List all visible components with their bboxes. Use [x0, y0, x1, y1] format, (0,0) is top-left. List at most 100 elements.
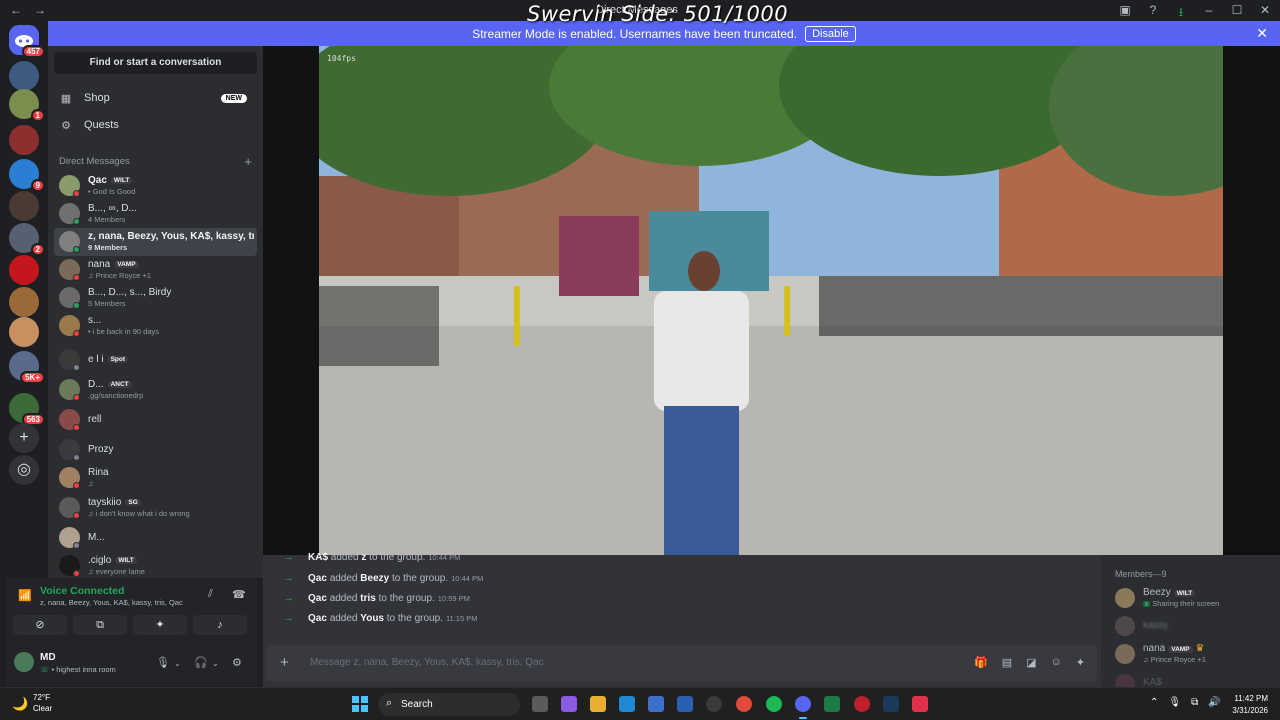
xbox-icon[interactable]: [824, 696, 840, 712]
message-actor[interactable]: Qac: [308, 613, 327, 624]
signal-icon[interactable]: 📶: [18, 589, 32, 602]
user-status-text: highest inna room: [56, 665, 116, 674]
outlook-icon[interactable]: [677, 696, 693, 712]
back-arrow-icon[interactable]: ←: [10, 3, 22, 17]
user-name[interactable]: MD: [40, 652, 56, 663]
message-target[interactable]: Yous: [360, 613, 384, 624]
message-timestamp: 10:44 PM: [451, 574, 484, 583]
server-folder[interactable]: 563: [9, 393, 45, 426]
server-icon[interactable]: [9, 191, 39, 221]
dm-name: M...: [88, 532, 105, 543]
dm-item[interactable]: Prozy: [54, 436, 257, 464]
voice-status-title[interactable]: Voice Connected: [40, 585, 124, 597]
unread-badge: 457: [21, 45, 45, 58]
dm-item[interactable]: Qac WILT • God Is Good: [54, 172, 257, 200]
quests-nav[interactable]: ⚙ Quests: [58, 113, 253, 137]
screen-share-stream[interactable]: 104fps: [319, 46, 1223, 555]
server-icon[interactable]: [9, 125, 39, 155]
avatar[interactable]: [14, 652, 34, 672]
message-actor[interactable]: Qac: [308, 573, 327, 584]
share-screen-button[interactable]: ⧉: [73, 615, 127, 635]
settings-gear-icon[interactable]: ⚙: [232, 656, 242, 669]
member-item[interactable]: nana VAMP ♛ ♫ Prince Royce +1: [1113, 640, 1273, 668]
discord-home-button[interactable]: 457: [9, 25, 45, 58]
server-folder[interactable]: 5K+: [9, 351, 45, 384]
dm-item[interactable]: M...: [54, 524, 257, 552]
message-target[interactable]: z: [361, 552, 366, 563]
add-server-icon[interactable]: +: [9, 423, 39, 453]
dm-item-active[interactable]: z, nana, Beezy, Yous, KA$, kassy, tr... …: [54, 228, 257, 256]
message-actor[interactable]: Qac: [308, 593, 327, 604]
dm-item[interactable]: B..., D..., s..., Birdy 5 Members: [54, 284, 257, 312]
app-icon[interactable]: [706, 696, 722, 712]
message-actor[interactable]: KA$: [308, 552, 328, 563]
message-timestamp: 11:15 PM: [445, 614, 478, 623]
microphone-icon[interactable]: 🎙: [156, 656, 170, 669]
apps-icon[interactable]: ✦: [1076, 656, 1085, 669]
activities-button[interactable]: ✦: [133, 615, 187, 635]
spotify-icon[interactable]: [766, 696, 782, 712]
shop-nav[interactable]: ▦ Shop NEW: [58, 86, 253, 110]
close-banner-icon[interactable]: ✕: [1256, 25, 1268, 42]
chevron-up-icon[interactable]: ⌃: [1150, 697, 1158, 708]
store-icon[interactable]: [648, 696, 664, 712]
dm-item[interactable]: e l i Spot: [54, 346, 257, 374]
taskbar-search[interactable]: ⌕ Search: [378, 693, 520, 716]
server-icon[interactable]: 2: [9, 223, 45, 256]
find-conversation-button[interactable]: Find or start a conversation: [54, 52, 257, 74]
network-icon[interactable]: ⧉: [1191, 697, 1198, 708]
emoji-icon[interactable]: ☺: [1051, 656, 1062, 669]
microphone-icon[interactable]: 🎙: [1168, 697, 1181, 708]
windows-start-icon[interactable]: [352, 696, 368, 712]
taskbar-clock[interactable]: 11:42 PM 3/31/2026: [1228, 693, 1268, 717]
noise-suppression-icon[interactable]: ⫽: [208, 588, 213, 601]
gif-icon[interactable]: ▤: [1002, 656, 1012, 669]
opera-icon[interactable]: [854, 696, 870, 712]
headphones-icon[interactable]: 🎧: [194, 656, 208, 669]
discord-taskbar-icon[interactable]: [795, 696, 811, 719]
volume-icon[interactable]: 🔊: [1208, 697, 1220, 708]
chrome-icon[interactable]: [736, 696, 752, 712]
dm-status-text: .gg/sanctionedrp: [88, 391, 144, 400]
dm-item[interactable]: rell: [54, 406, 257, 434]
discover-icon[interactable]: ◎: [9, 455, 39, 485]
dm-name: .ciglo: [88, 555, 112, 566]
chevron-down-icon[interactable]: ⌄: [212, 659, 219, 668]
gift-icon[interactable]: 🎁: [974, 656, 988, 669]
soundboard-button[interactable]: ♪: [193, 615, 247, 635]
dm-item[interactable]: Rina ♫: [54, 464, 257, 492]
server-icon[interactable]: [9, 255, 39, 285]
server-icon[interactable]: [9, 287, 39, 317]
disable-streamer-mode-button[interactable]: Disable: [805, 25, 856, 42]
steam-icon[interactable]: [883, 696, 899, 712]
upload-plus-icon[interactable]: +: [280, 654, 289, 671]
disconnect-icon[interactable]: ☎: [232, 588, 246, 601]
chevron-down-icon[interactable]: ⌄: [174, 659, 181, 668]
dm-item[interactable]: B..., ∞, D... 4 Members: [54, 200, 257, 228]
edge-icon[interactable]: [619, 696, 635, 712]
dm-avatar-1[interactable]: [9, 61, 39, 91]
dm-item[interactable]: s... • i be back in 90 days: [54, 312, 257, 340]
dm-item[interactable]: .ciglo WILT ♫ everyone lame: [54, 552, 257, 578]
message-target[interactable]: tris: [360, 593, 376, 604]
tiktok-icon[interactable]: [912, 696, 928, 712]
server-icon[interactable]: [9, 317, 39, 347]
server-icon[interactable]: 9: [9, 159, 45, 192]
message-target[interactable]: Beezy: [360, 573, 389, 584]
create-dm-icon[interactable]: +: [244, 154, 252, 169]
message-composer[interactable]: + Message z, nana, Beezy, Yous, KA$, kas…: [267, 645, 1097, 682]
dm-item[interactable]: tayskiio SG ♫ i don't know what i do wron…: [54, 494, 257, 522]
forward-arrow-icon[interactable]: →: [34, 3, 46, 17]
dm-item[interactable]: nana VAMP ♫ Prince Royce +1: [54, 256, 257, 284]
member-item[interactable]: kassy: [1113, 612, 1273, 640]
message-input[interactable]: Message z, nana, Beezy, Yous, KA$, kassy…: [310, 657, 544, 668]
camera-off-button[interactable]: ⊘: [13, 615, 67, 635]
dm-item[interactable]: D... ANCT .gg/sanctionedrp: [54, 376, 257, 404]
member-item[interactable]: Beezy WILT ▣ Sharing their screen: [1113, 584, 1273, 612]
sticker-icon[interactable]: ◪: [1026, 656, 1036, 669]
copilot-icon[interactable]: [561, 696, 577, 712]
file-explorer-icon[interactable]: [590, 696, 606, 712]
task-view-icon[interactable]: [532, 696, 548, 712]
dm-avatar-2[interactable]: 1: [9, 89, 45, 122]
member-item[interactable]: KA$: [1113, 670, 1273, 687]
